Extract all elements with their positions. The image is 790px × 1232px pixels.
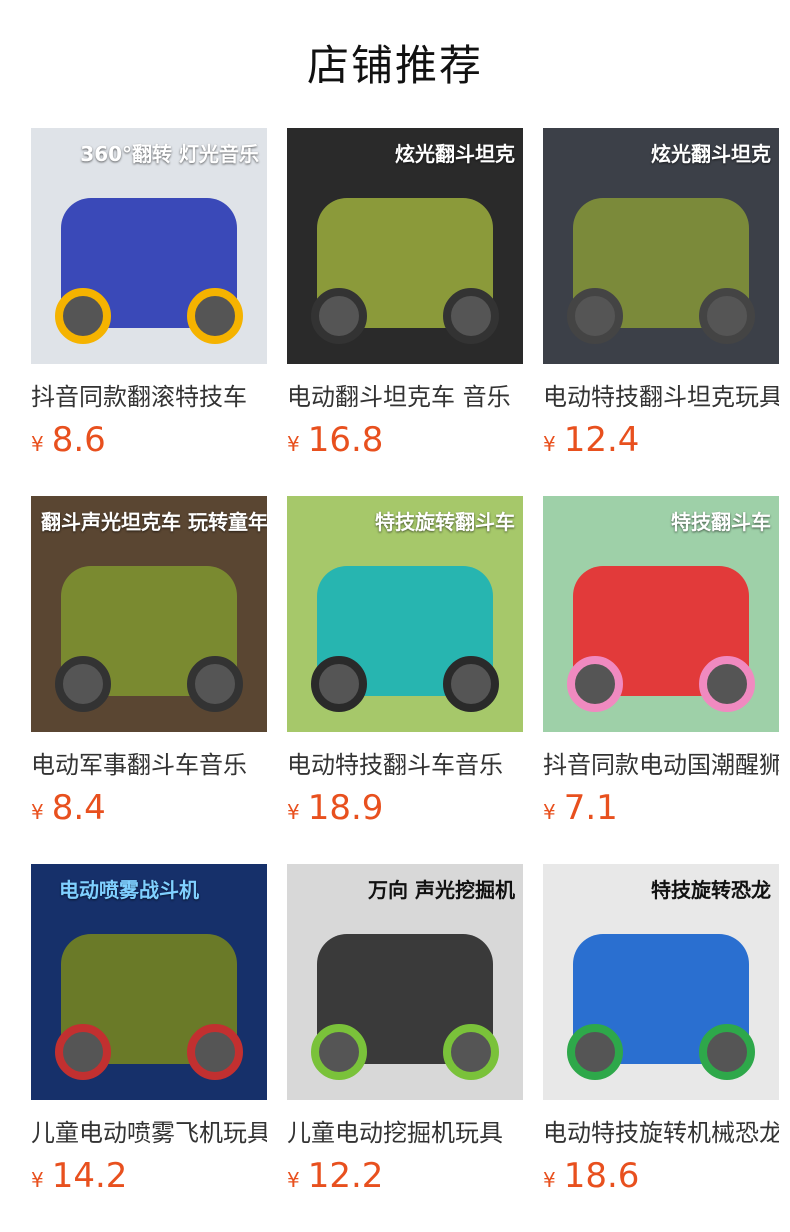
page-title: 店铺推荐 <box>306 41 483 90</box>
currency-symbol: ¥ <box>287 800 300 824</box>
image-caption: 炫光翻斗坦克 <box>395 142 515 166</box>
wheel-shape <box>55 656 111 712</box>
price-value: 12.2 <box>307 1156 384 1196</box>
product-price: ¥18.9 <box>287 788 523 834</box>
product-image[interactable]: 炫光翻斗坦克 <box>543 128 779 364</box>
product-image[interactable]: 360°翻转 灯光音乐 <box>31 128 267 364</box>
product-name[interactable]: 电动特技旋转机械恐龙 <box>543 1116 779 1150</box>
product-name[interactable]: 电动翻斗坦克车 音乐 <box>287 380 523 414</box>
wheel-shape <box>443 1024 499 1080</box>
wheel-shape <box>699 1024 755 1080</box>
wheel-shape <box>567 1024 623 1080</box>
product-price: ¥7.1 <box>543 788 779 834</box>
product-price: ¥12.2 <box>287 1156 523 1202</box>
product-name[interactable]: 电动特技翻斗坦克玩具 <box>543 380 779 414</box>
product-card[interactable]: 万向 声光挖掘机 儿童电动挖掘机玩具 ¥12.2 <box>287 864 523 1202</box>
product-image[interactable]: 特技翻斗车 <box>543 496 779 732</box>
product-name[interactable]: 抖音同款电动国潮醒狮 <box>543 748 779 782</box>
currency-symbol: ¥ <box>31 1168 44 1192</box>
product-price: ¥14.2 <box>31 1156 267 1202</box>
price-value: 16.8 <box>307 420 384 460</box>
currency-symbol: ¥ <box>31 800 44 824</box>
wheel-shape <box>55 288 111 344</box>
wheel-shape <box>55 1024 111 1080</box>
currency-symbol: ¥ <box>287 1168 300 1192</box>
image-caption: 翻斗声光坦克车 玩转童年! <box>41 510 267 534</box>
wheel-shape <box>311 1024 367 1080</box>
product-image[interactable]: 万向 声光挖掘机 <box>287 864 523 1100</box>
wheel-shape <box>443 288 499 344</box>
wheel-shape <box>699 288 755 344</box>
wheel-shape <box>311 288 367 344</box>
product-card[interactable]: 特技旋转恐龙 电动特技旋转机械恐龙 ¥18.6 <box>543 864 779 1202</box>
product-price: ¥8.4 <box>31 788 267 834</box>
currency-symbol: ¥ <box>543 432 556 456</box>
product-price: ¥16.8 <box>287 420 523 466</box>
product-price: ¥8.6 <box>31 420 267 466</box>
image-caption: 特技旋转恐龙 <box>651 878 771 902</box>
product-image[interactable]: 特技旋转恐龙 <box>543 864 779 1100</box>
product-price: ¥18.6 <box>543 1156 779 1202</box>
image-caption: 电动喷雾战斗机 <box>59 878 199 902</box>
wheel-shape <box>187 1024 243 1080</box>
product-card[interactable]: 特技旋转翻斗车 电动特技翻斗车音乐 ¥18.9 <box>287 496 523 834</box>
wheel-shape <box>567 288 623 344</box>
image-caption: 360°翻转 灯光音乐 <box>80 142 259 166</box>
product-price: ¥12.4 <box>543 420 779 466</box>
price-value: 8.6 <box>51 420 106 460</box>
wheel-shape <box>567 656 623 712</box>
product-image[interactable]: 翻斗声光坦克车 玩转童年! <box>31 496 267 732</box>
currency-symbol: ¥ <box>543 1168 556 1192</box>
image-caption: 万向 声光挖掘机 <box>368 878 515 902</box>
wheel-shape <box>187 656 243 712</box>
product-name[interactable]: 儿童电动挖掘机玩具 <box>287 1116 523 1150</box>
product-name[interactable]: 电动特技翻斗车音乐 <box>287 748 523 782</box>
currency-symbol: ¥ <box>543 800 556 824</box>
product-card[interactable]: 翻斗声光坦克车 玩转童年! 电动军事翻斗车音乐 ¥8.4 <box>31 496 267 834</box>
price-value: 12.4 <box>563 420 640 460</box>
product-card[interactable]: 特技翻斗车 抖音同款电动国潮醒狮 ¥7.1 <box>543 496 779 834</box>
product-name[interactable]: 电动军事翻斗车音乐 <box>31 748 267 782</box>
product-card[interactable]: 炫光翻斗坦克 电动特技翻斗坦克玩具 ¥12.4 <box>543 128 779 466</box>
image-caption: 炫光翻斗坦克 <box>651 142 771 166</box>
product-card[interactable]: 360°翻转 灯光音乐 抖音同款翻滚特技车 ¥8.6 <box>31 128 267 466</box>
price-value: 14.2 <box>51 1156 128 1196</box>
product-card[interactable]: 电动喷雾战斗机 儿童电动喷雾飞机玩具 ¥14.2 <box>31 864 267 1202</box>
product-name[interactable]: 抖音同款翻滚特技车 <box>31 380 267 414</box>
product-image[interactable]: 炫光翻斗坦克 <box>287 128 523 364</box>
wheel-shape <box>187 288 243 344</box>
image-caption: 特技旋转翻斗车 <box>375 510 515 534</box>
image-caption: 特技翻斗车 <box>671 510 771 534</box>
wheel-shape <box>699 656 755 712</box>
price-value: 8.4 <box>51 788 106 828</box>
currency-symbol: ¥ <box>31 432 44 456</box>
currency-symbol: ¥ <box>287 432 300 456</box>
price-value: 18.9 <box>307 788 384 828</box>
wheel-shape <box>443 656 499 712</box>
price-value: 18.6 <box>563 1156 640 1196</box>
product-image[interactable]: 电动喷雾战斗机 <box>31 864 267 1100</box>
price-value: 7.1 <box>563 788 618 828</box>
product-name[interactable]: 儿童电动喷雾飞机玩具 <box>31 1116 267 1150</box>
product-image[interactable]: 特技旋转翻斗车 <box>287 496 523 732</box>
wheel-shape <box>311 656 367 712</box>
product-card[interactable]: 炫光翻斗坦克 电动翻斗坦克车 音乐 ¥16.8 <box>287 128 523 466</box>
